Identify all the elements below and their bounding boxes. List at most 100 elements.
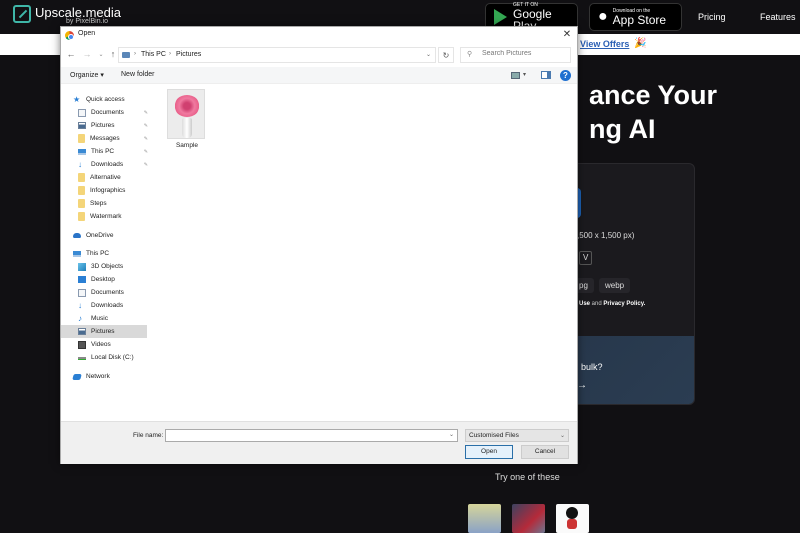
sample-image-robot[interactable] bbox=[512, 504, 545, 533]
organize-button[interactable]: Organize ▾ bbox=[70, 71, 104, 79]
sidebar-item-messages[interactable]: Messages ✎ bbox=[78, 132, 148, 145]
sidebar-item-infographics[interactable]: Infographics bbox=[78, 184, 164, 197]
sidebar-item-label: Pictures bbox=[91, 122, 115, 129]
pin-icon[interactable]: ✎ bbox=[144, 162, 148, 168]
sidebar-this-pc[interactable]: This PC bbox=[73, 247, 159, 260]
terms-of-use-link[interactable]: Use bbox=[579, 301, 590, 307]
max-resolution-text: ,500 x 1,500 px) bbox=[577, 231, 635, 240]
nav-features[interactable]: Features bbox=[760, 12, 796, 22]
folder-icon bbox=[78, 186, 85, 195]
terms-text: Use and Privacy Policy. bbox=[579, 301, 645, 307]
address-bar[interactable]: › This PC › Pictures ⌄ bbox=[118, 47, 436, 63]
sidebar-item-downloads-quick[interactable]: ↓ Downloads ✎ bbox=[78, 158, 148, 171]
sidebar-item-this-pc-quick[interactable]: This PC ✎ bbox=[78, 145, 148, 158]
sidebar-item-steps[interactable]: Steps bbox=[78, 197, 164, 210]
computer-icon bbox=[73, 250, 81, 257]
sidebar-item-documents[interactable]: Documents ✎ bbox=[78, 106, 148, 119]
chevron-down-icon[interactable]: ⌄ bbox=[449, 431, 454, 438]
chevron-down-icon[interactable]: ⌄ bbox=[426, 51, 431, 58]
pin-icon[interactable]: ✎ bbox=[144, 123, 148, 129]
file-type-select[interactable]: Customised Files ⌄ bbox=[465, 429, 569, 442]
preview-pane-icon[interactable] bbox=[541, 71, 551, 79]
open-file-dialog: Open ✕ ← → ⌄ ↑ › This PC › Pictures ⌄ ↻ … bbox=[60, 26, 578, 464]
sidebar-quick-access[interactable]: ★ Quick access bbox=[73, 93, 159, 106]
sidebar-item-label: Documents bbox=[91, 109, 124, 116]
close-button[interactable]: ✕ bbox=[560, 28, 574, 42]
pin-icon[interactable]: ✎ bbox=[144, 110, 148, 116]
sidebar-item-desktop[interactable]: Desktop bbox=[78, 273, 164, 286]
folder-icon bbox=[78, 173, 85, 182]
music-note-icon: ♪ bbox=[78, 313, 82, 323]
file-name: Sample bbox=[175, 142, 199, 149]
file-name-input[interactable] bbox=[165, 429, 458, 442]
breadcrumb-separator: › bbox=[134, 51, 136, 57]
upscale-logo-icon bbox=[13, 5, 31, 23]
file-item[interactable]: Sample bbox=[165, 89, 209, 151]
dialog-title-bar[interactable]: Open ✕ bbox=[61, 27, 577, 43]
search-box[interactable]: ⚲ bbox=[460, 47, 571, 63]
sidebar-item-music[interactable]: ♪ Music bbox=[78, 312, 164, 325]
mickey-body-shape bbox=[567, 519, 577, 529]
documents-icon bbox=[78, 108, 86, 117]
sidebar-item-label: Watermark bbox=[90, 213, 122, 220]
dialog-footer: File name: ⌄ Customised Files ⌄ Open Can… bbox=[61, 421, 577, 464]
refresh-button[interactable]: ↻ bbox=[438, 47, 454, 63]
search-input[interactable] bbox=[482, 50, 567, 57]
sample-image-mickey[interactable] bbox=[556, 504, 589, 533]
sidebar-item-pictures[interactable]: Pictures bbox=[61, 325, 147, 338]
forward-button[interactable]: → bbox=[81, 49, 93, 59]
network-icon bbox=[72, 373, 82, 380]
sidebar-item-pictures-quick[interactable]: Pictures ✎ bbox=[78, 119, 148, 132]
image-thumbnail bbox=[167, 89, 205, 139]
navigation-pane: ★ Quick access Documents ✎ Pictures ✎ Me… bbox=[61, 85, 153, 421]
nav-pricing[interactable]: Pricing bbox=[698, 12, 726, 22]
privacy-policy-link[interactable]: Privacy Policy. bbox=[603, 301, 645, 307]
3d-objects-icon bbox=[78, 262, 86, 271]
sidebar-onedrive[interactable]: OneDrive bbox=[73, 229, 159, 242]
change-view-icon[interactable] bbox=[511, 72, 520, 79]
sidebar-item-label: Quick access bbox=[86, 96, 125, 103]
chrome-icon bbox=[65, 31, 74, 40]
try-samples-label: Try one of these bbox=[495, 472, 560, 482]
breadcrumb-separator: › bbox=[169, 51, 171, 57]
pin-icon[interactable]: ✎ bbox=[144, 149, 148, 155]
format-chip-webp: webp bbox=[599, 278, 631, 293]
view-options-dropdown[interactable]: ▾ bbox=[523, 71, 526, 78]
sidebar-item-documents-pc[interactable]: Documents bbox=[78, 286, 164, 299]
open-button[interactable]: Open bbox=[465, 445, 513, 459]
sidebar-item-label: Network bbox=[86, 373, 110, 380]
file-type-value: Customised Files bbox=[469, 432, 519, 439]
new-folder-button[interactable]: New folder bbox=[121, 71, 154, 78]
cancel-button[interactable]: Cancel bbox=[521, 445, 569, 459]
documents-icon bbox=[78, 288, 86, 297]
back-button[interactable]: ← bbox=[65, 49, 77, 59]
app-store-button[interactable]: ● Download on the App Store bbox=[589, 3, 682, 31]
sidebar-item-watermark[interactable]: Watermark bbox=[78, 210, 164, 223]
folder-icon bbox=[78, 199, 85, 208]
sample-image-ape[interactable] bbox=[468, 504, 501, 533]
computer-icon bbox=[78, 148, 86, 155]
folder-icon bbox=[78, 212, 85, 221]
upscale-option-chip[interactable]: V bbox=[579, 251, 593, 265]
view-offers-link[interactable]: View Offers bbox=[580, 39, 629, 49]
address-row: ← → ⌄ ↑ › This PC › Pictures ⌄ ↻ ⚲ bbox=[61, 44, 577, 66]
sidebar-item-label: Messages bbox=[90, 135, 120, 142]
breadcrumb-pictures[interactable]: Pictures bbox=[176, 51, 201, 58]
pin-icon[interactable]: ✎ bbox=[144, 136, 148, 142]
google-play-icon bbox=[494, 9, 507, 25]
sidebar-item-3d-objects[interactable]: 3D Objects bbox=[78, 260, 164, 273]
sidebar-item-alternative[interactable]: Alternative bbox=[78, 171, 164, 184]
dialog-title: Open bbox=[78, 30, 96, 37]
sidebar-network[interactable]: Network bbox=[72, 370, 159, 383]
logo-subtitle: by PixelBin.io bbox=[66, 18, 109, 25]
sidebar-item-local-disk[interactable]: Local Disk (C:) bbox=[78, 351, 164, 364]
pictures-icon bbox=[78, 328, 86, 335]
breadcrumb-this-pc[interactable]: This PC bbox=[141, 51, 166, 58]
recent-locations-button[interactable]: ⌄ bbox=[95, 51, 107, 58]
help-icon[interactable]: ? bbox=[560, 70, 571, 81]
sidebar-item-videos[interactable]: Videos bbox=[78, 338, 164, 351]
sidebar-item-downloads-pc[interactable]: ↓ Downloads bbox=[78, 299, 164, 312]
sidebar-item-label: Local Disk (C:) bbox=[91, 354, 134, 361]
sidebar-item-label: Pictures bbox=[91, 328, 115, 335]
download-arrow-icon: ↓ bbox=[78, 159, 82, 169]
